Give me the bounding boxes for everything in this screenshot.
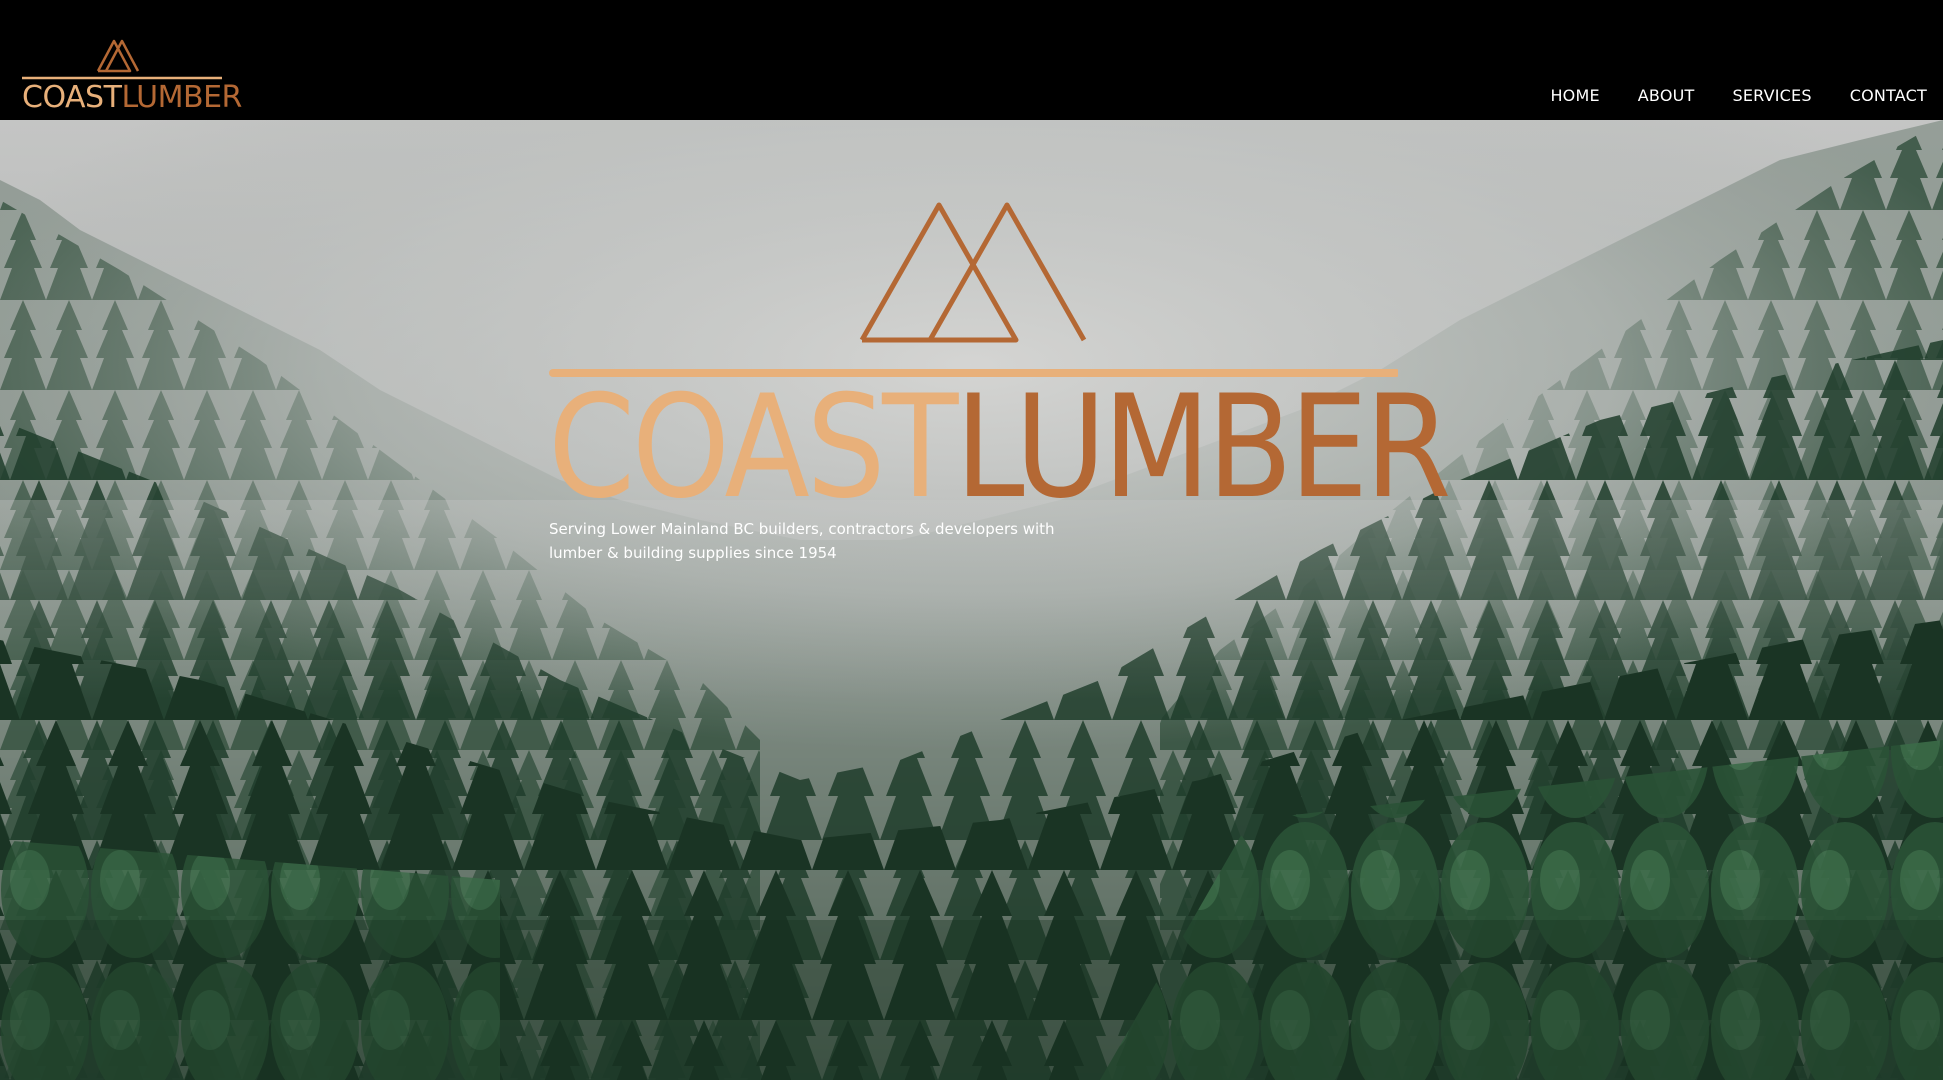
nav-home-link[interactable]: HOME <box>1550 86 1599 105</box>
nav-about-link[interactable]: ABOUT <box>1638 86 1695 105</box>
page: COASTLUMBER HOME ABOUT SERVICES CONTACT <box>0 0 1943 1080</box>
logo-text-lumber: LUMBER <box>121 80 242 115</box>
site-header: COASTLUMBER HOME ABOUT SERVICES CONTACT <box>0 0 1943 120</box>
mountains-icon <box>549 202 1398 377</box>
nav-contact-link[interactable]: CONTACT <box>1850 86 1927 105</box>
hero-section: COASTLUMBER Serving Lower Mainland BC bu… <box>0 120 1943 1080</box>
hero-tagline: Serving Lower Mainland BC builders, cont… <box>549 520 1055 562</box>
header-logo-text: COASTLUMBER <box>22 80 242 116</box>
hero-title-coast: COAST <box>548 365 958 530</box>
logo-text-coast: COAST <box>22 80 122 115</box>
nav-services-link[interactable]: SERVICES <box>1733 86 1812 105</box>
hero-title: COASTLUMBER <box>548 377 1452 519</box>
hero-logo: COASTLUMBER <box>548 160 1452 520</box>
main-nav: HOME ABOUT SERVICES CONTACT <box>1512 86 1927 105</box>
hero-title-lumber: LUMBER <box>954 365 1452 530</box>
header-logo-link[interactable]: COASTLUMBER <box>22 38 242 116</box>
